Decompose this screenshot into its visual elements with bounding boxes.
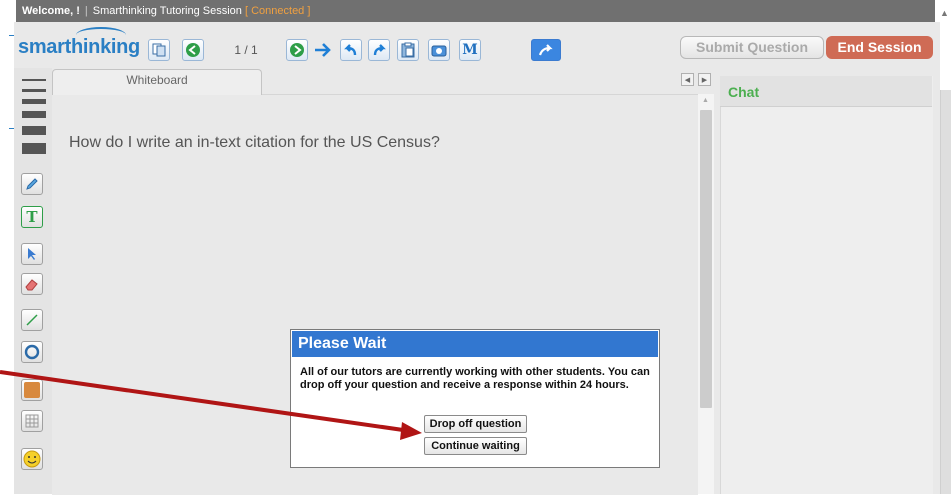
- annotation-arrow-icon: [0, 370, 422, 440]
